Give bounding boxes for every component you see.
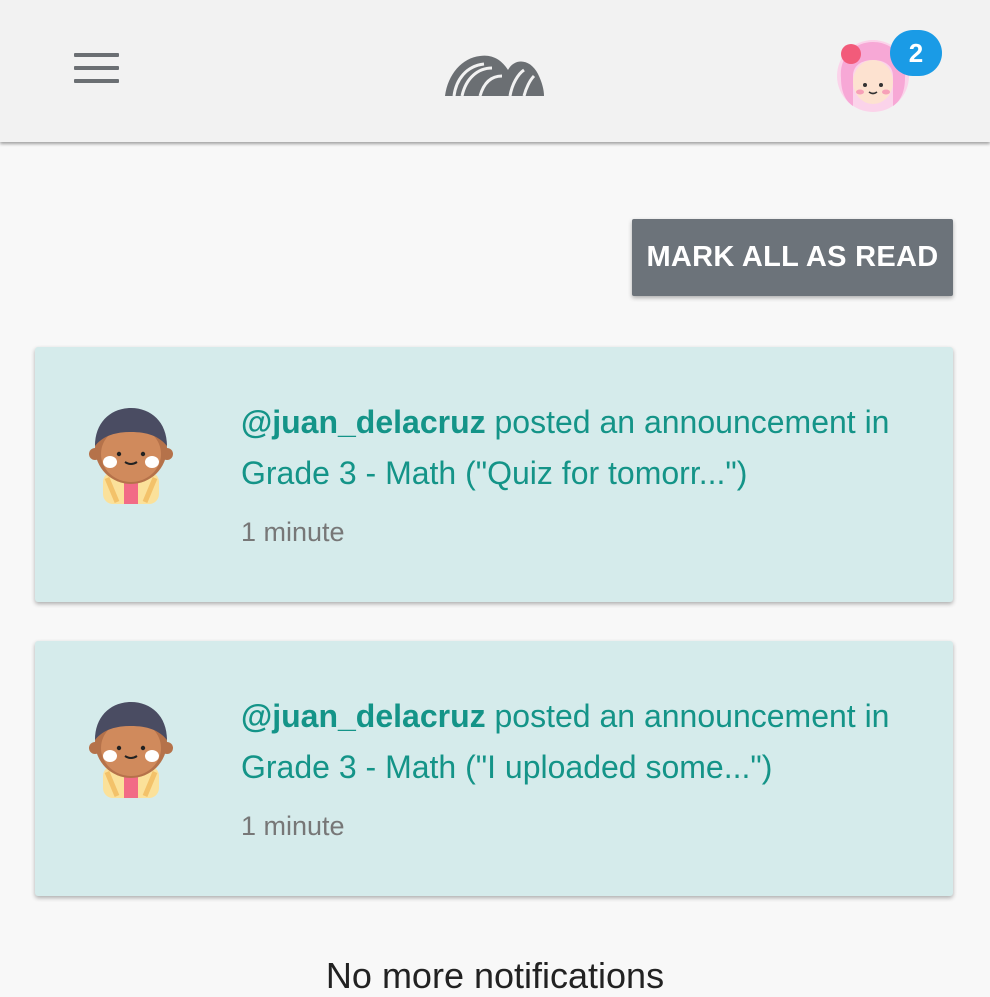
notification-time: 1 minute — [241, 811, 345, 841]
menu-bar — [73, 53, 119, 57]
notification-count-badge: 2 — [890, 30, 942, 76]
notification-card[interactable]: @juan_delacruz posted an announcement in… — [35, 347, 953, 602]
shell-logo-icon[interactable] — [440, 44, 550, 100]
app-header: 2 — [0, 0, 990, 142]
user-avatar-icon — [89, 702, 173, 798]
notification-message: @juan_delacruz posted an announcement in… — [241, 691, 921, 793]
notification-user[interactable]: @juan_delacruz — [241, 404, 486, 440]
hamburger-menu-icon[interactable] — [66, 44, 126, 92]
notification-user[interactable]: @juan_delacruz — [241, 698, 486, 734]
notification-message: @juan_delacruz posted an announcement in… — [241, 397, 921, 499]
user-avatar-icon — [89, 408, 173, 504]
notification-card[interactable]: @juan_delacruz posted an announcement in… — [35, 641, 953, 896]
end-of-list-message: No more notifications — [325, 955, 665, 996]
menu-bar — [73, 79, 119, 83]
mark-all-as-read-button[interactable]: MARK ALL AS READ — [632, 219, 953, 296]
menu-bar — [73, 66, 119, 70]
notification-time: 1 minute — [241, 517, 345, 547]
